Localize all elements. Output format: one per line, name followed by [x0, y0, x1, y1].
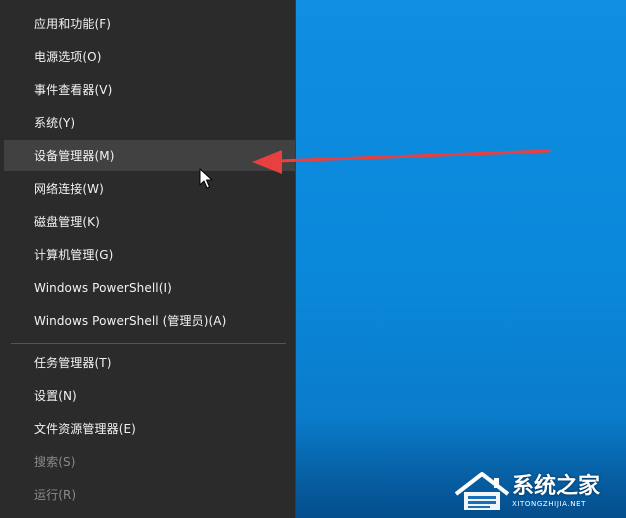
menu-item-label: 磁盘管理(K)	[34, 215, 100, 229]
menu-item-search[interactable]: 搜索(S)	[4, 446, 295, 477]
menu-item-label: Windows PowerShell(I)	[34, 280, 172, 295]
watermark: 系统之家 XITONGZHIJIA.NET	[452, 468, 622, 516]
menu-item-file-explorer[interactable]: 文件资源管理器(E)	[4, 413, 295, 444]
menu-separator	[11, 343, 286, 344]
house-logo-icon	[454, 472, 510, 510]
mouse-pointer-icon	[199, 168, 213, 189]
menu-item-system[interactable]: 系统(Y)	[4, 107, 295, 138]
menu-item-label: Windows PowerShell (管理员)(A)	[34, 314, 227, 328]
menu-item-label: 应用和功能(F)	[34, 17, 112, 31]
menu-item-label: 事件查看器(V)	[34, 83, 113, 97]
menu-item-event-viewer[interactable]: 事件查看器(V)	[4, 74, 295, 105]
menu-item-run[interactable]: 运行(R)	[4, 479, 295, 510]
menu-item-label: 设置(N)	[34, 389, 77, 403]
menu-item-label: 文件资源管理器(E)	[34, 422, 136, 436]
menu-item-label: 计算机管理(G)	[34, 248, 114, 262]
menu-item-powershell[interactable]: Windows PowerShell(I)	[4, 272, 295, 303]
winx-context-menu: 应用和功能(F) 电源选项(O) 事件查看器(V) 系统(Y) 设备管理器(M)…	[0, 0, 296, 518]
menu-item-label: 网络连接(W)	[34, 182, 104, 196]
watermark-url: XITONGZHIJIA.NET	[512, 500, 586, 508]
watermark-title: 系统之家	[512, 474, 601, 499]
menu-item-label: 系统(Y)	[34, 116, 76, 130]
menu-item-label: 电源选项(O)	[34, 50, 102, 64]
menu-item-device-manager[interactable]: 设备管理器(M)	[4, 140, 295, 171]
menu-item-computer-management[interactable]: 计算机管理(G)	[4, 239, 295, 270]
menu-item-label: 设备管理器(M)	[34, 149, 115, 163]
menu-item-label: 搜索(S)	[34, 455, 76, 469]
menu-item-power-options[interactable]: 电源选项(O)	[4, 41, 295, 72]
menu-item-network-connections[interactable]: 网络连接(W)	[4, 173, 295, 204]
menu-item-settings[interactable]: 设置(N)	[4, 380, 295, 411]
menu-item-disk-management[interactable]: 磁盘管理(K)	[4, 206, 295, 237]
menu-item-apps-features[interactable]: 应用和功能(F)	[4, 8, 295, 39]
menu-item-powershell-admin[interactable]: Windows PowerShell (管理员)(A)	[4, 305, 295, 336]
menu-item-label: 运行(R)	[34, 488, 77, 502]
menu-item-task-manager[interactable]: 任务管理器(T)	[4, 347, 295, 378]
menu-item-label: 任务管理器(T)	[34, 356, 112, 370]
